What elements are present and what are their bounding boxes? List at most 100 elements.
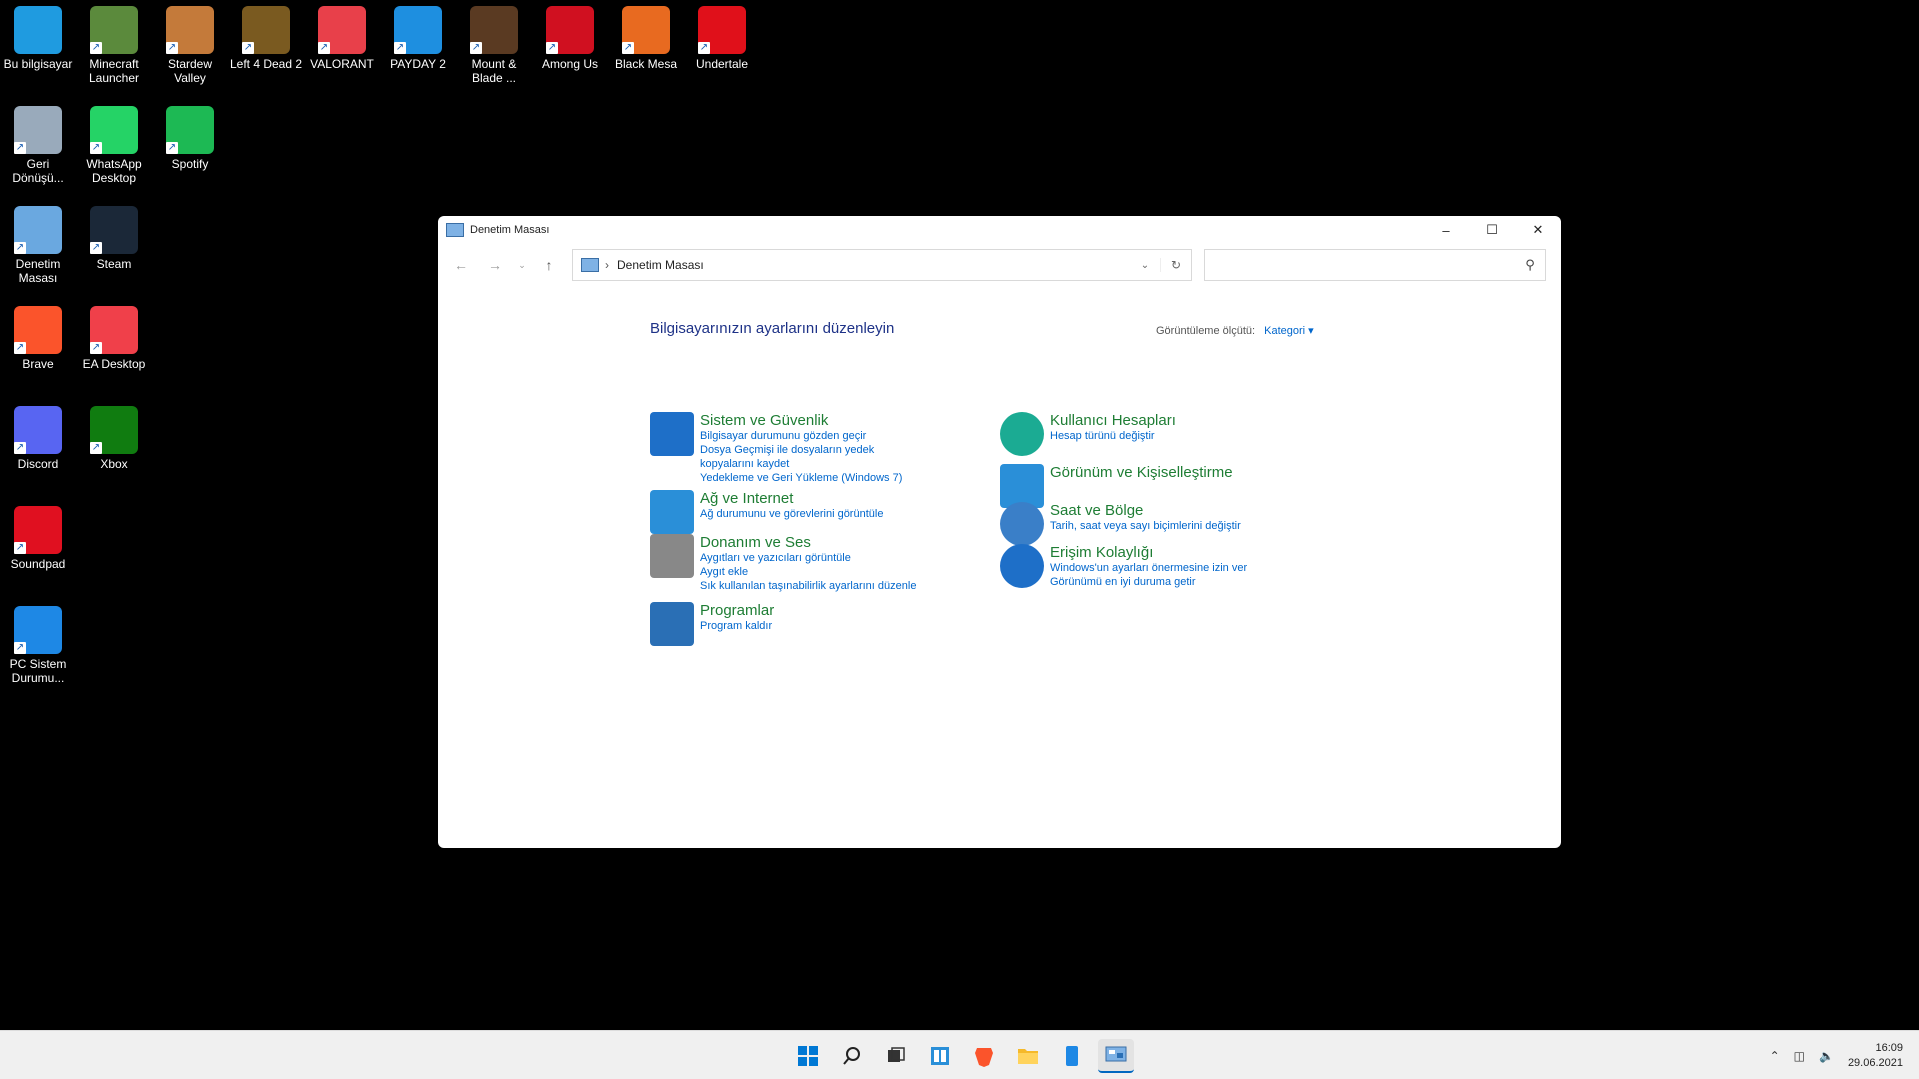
phone-icon[interactable] (1054, 1039, 1090, 1073)
category-link[interactable]: Dosya Geçmişi ile dosyaların yedek kopya… (700, 443, 910, 471)
desktop-icon[interactable]: ↗ Denetim Masası (0, 202, 76, 285)
category-item: Programlar Program kaldır (650, 602, 774, 646)
network-icon (650, 490, 694, 534)
address-bar[interactable]: › Denetim Masası ⌄ ↻ (572, 249, 1192, 281)
control-panel-taskbar-icon[interactable] (1098, 1039, 1134, 1073)
start-button[interactable] (790, 1039, 826, 1073)
search-input[interactable] (1205, 251, 1515, 279)
spotify-icon: ↗ (166, 106, 214, 154)
category-link[interactable]: Sık kullanılan taşınabilirlik ayarlarını… (700, 579, 916, 593)
desktop-icon-label: Steam (96, 257, 132, 271)
category-title[interactable]: Programlar (700, 602, 774, 619)
desktop-icon[interactable]: ↗ Left 4 Dead 2 (228, 2, 304, 71)
desktop-icon-label: Mount & Blade ... (471, 57, 517, 85)
category-link[interactable]: Aygıt ekle (700, 565, 916, 579)
chevron-down-icon[interactable]: ⌄ (1130, 260, 1160, 271)
shortcut-arrow-icon: ↗ (14, 642, 26, 654)
page-title: Bilgisayarınızın ayarlarını düzenleyin (650, 320, 895, 337)
task-view-icon[interactable] (878, 1039, 914, 1073)
desktop-icon[interactable]: ↗ Mount & Blade ... (456, 2, 532, 85)
category-link[interactable]: Görünümü en iyi duruma getir (1050, 575, 1247, 589)
desktop-icon[interactable]: ↗ Soundpad (0, 502, 76, 571)
desktop-icon[interactable]: ↗ Undertale (684, 2, 760, 71)
desktop-icon[interactable]: ↗ EA Desktop (76, 302, 152, 371)
desktop-icon[interactable]: ↗ Xbox (76, 402, 152, 471)
category-link[interactable]: Yedekleme ve Geri Yükleme (Windows 7) (700, 471, 910, 485)
category-title[interactable]: Erişim Kolaylığı (1050, 544, 1247, 561)
close-button[interactable]: ✕ (1515, 216, 1561, 244)
control-panel-icon: ↗ (14, 206, 62, 254)
desktop-icon[interactable]: ↗ Steam (76, 202, 152, 271)
black-mesa-icon: ↗ (622, 6, 670, 54)
minecraft-icon: ↗ (90, 6, 138, 54)
desktop-icon-label: Xbox (100, 457, 128, 471)
refresh-icon[interactable]: ↻ (1160, 258, 1191, 272)
chevron-up-icon[interactable]: ⌃ (1770, 1049, 1780, 1063)
steam-icon: ↗ (90, 206, 138, 254)
forward-button[interactable]: → (478, 250, 512, 280)
system-tray: ⌃ ◫ 🔈 16:09 29.06.2021 (1770, 1041, 1903, 1071)
clock[interactable]: 16:09 29.06.2021 (1848, 1041, 1903, 1071)
desktop-icon-label: Undertale (695, 57, 749, 71)
desktop-icon[interactable]: ↗ Black Mesa (608, 2, 684, 71)
category-link[interactable]: Program kaldır (700, 619, 774, 633)
view-by-dropdown[interactable]: Kategori ▾ (1264, 325, 1314, 337)
user-icon (1000, 412, 1044, 456)
desktop-icon[interactable]: ↗ Brave (0, 302, 76, 371)
xbox-icon: ↗ (90, 406, 138, 454)
shortcut-arrow-icon: ↗ (318, 42, 330, 54)
desktop-icon[interactable]: ↗ Minecraft Launcher (76, 2, 152, 85)
desktop-icon[interactable]: ↗ Among Us (532, 2, 608, 71)
search-icon[interactable] (834, 1039, 870, 1073)
category-link[interactable]: Tarih, saat veya sayı biçimlerini değişt… (1050, 519, 1241, 533)
shortcut-arrow-icon: ↗ (622, 42, 634, 54)
category-link[interactable]: Windows'un ayarları önermesine izin ver (1050, 561, 1247, 575)
volume-icon[interactable]: 🔈 (1819, 1049, 1834, 1063)
desktop-icon-label: Brave (22, 357, 54, 371)
shortcut-arrow-icon: ↗ (90, 442, 102, 454)
category-link[interactable]: Ağ durumunu ve görevlerini görüntüle (700, 507, 883, 521)
category-title[interactable]: Sistem ve Güvenlik (700, 412, 910, 429)
search-icon[interactable]: ⚲ (1515, 257, 1545, 273)
brave-icon[interactable] (966, 1039, 1002, 1073)
file-explorer-icon[interactable] (1010, 1039, 1046, 1073)
search-box[interactable]: ⚲ (1204, 249, 1546, 281)
back-button[interactable]: ← (444, 250, 478, 280)
category-title[interactable]: Saat ve Bölge (1050, 502, 1241, 519)
maximize-button[interactable]: ☐ (1469, 216, 1515, 244)
desktop-icon-label: Geri Dönüşü... (12, 157, 64, 185)
shortcut-arrow-icon: ↗ (90, 142, 102, 154)
category-title[interactable]: Ağ ve Internet (700, 490, 883, 507)
up-button[interactable]: ↑ (532, 250, 566, 280)
breadcrumb[interactable]: Denetim Masası (617, 258, 704, 272)
desktop-icon[interactable]: ↗ VALORANT (304, 2, 380, 71)
category-link[interactable]: Bilgisayar durumunu gözden geçir (700, 429, 910, 443)
desktop-icon-label: Spotify (171, 157, 209, 171)
category-link[interactable]: Aygıtları ve yazıcıları görüntüle (700, 551, 916, 565)
desktop-icon[interactable]: ↗ Spotify (152, 102, 228, 171)
title-bar[interactable]: Denetim Masası – ☐ ✕ (438, 216, 1561, 244)
desktop-icon[interactable]: ↗ Geri Dönüşü... (0, 102, 76, 185)
widgets-icon[interactable] (922, 1039, 958, 1073)
desktop-icon-label: PC Sistem Durumu... (9, 657, 67, 685)
shortcut-arrow-icon: ↗ (14, 442, 26, 454)
desktop-icon[interactable]: ↗ Discord (0, 402, 76, 471)
discord-icon: ↗ (14, 406, 62, 454)
desktop-icon[interactable]: ↗ WhatsApp Desktop (76, 102, 152, 185)
navigation-bar: ← → ⌄ ↑ › Denetim Masası ⌄ ↻ ⚲ (438, 244, 1561, 286)
desktop-icon[interactable]: ↗ PC Sistem Durumu... (0, 602, 76, 685)
category-title[interactable]: Görünüm ve Kişiselleştirme (1050, 464, 1233, 481)
desktop-icon[interactable]: ↗ PAYDAY 2 (380, 2, 456, 71)
recent-locations-button[interactable]: ⌄ (512, 250, 532, 280)
category-item: Kullanıcı Hesapları Hesap türünü değiştir (1000, 412, 1176, 456)
network-icon[interactable]: ◫ (1794, 1049, 1805, 1063)
desktop-icon[interactable]: Bu bilgisayar (0, 2, 76, 71)
among-us-icon: ↗ (546, 6, 594, 54)
minimize-button[interactable]: – (1423, 216, 1469, 244)
category-title[interactable]: Donanım ve Ses (700, 534, 916, 551)
view-by-label: Görüntüleme ölçütü: (1156, 325, 1256, 337)
category-title[interactable]: Kullanıcı Hesapları (1050, 412, 1176, 429)
category-link[interactable]: Hesap türünü değiştir (1050, 429, 1176, 443)
desktop-icon[interactable]: ↗ Stardew Valley (152, 2, 228, 85)
shortcut-arrow-icon: ↗ (14, 342, 26, 354)
